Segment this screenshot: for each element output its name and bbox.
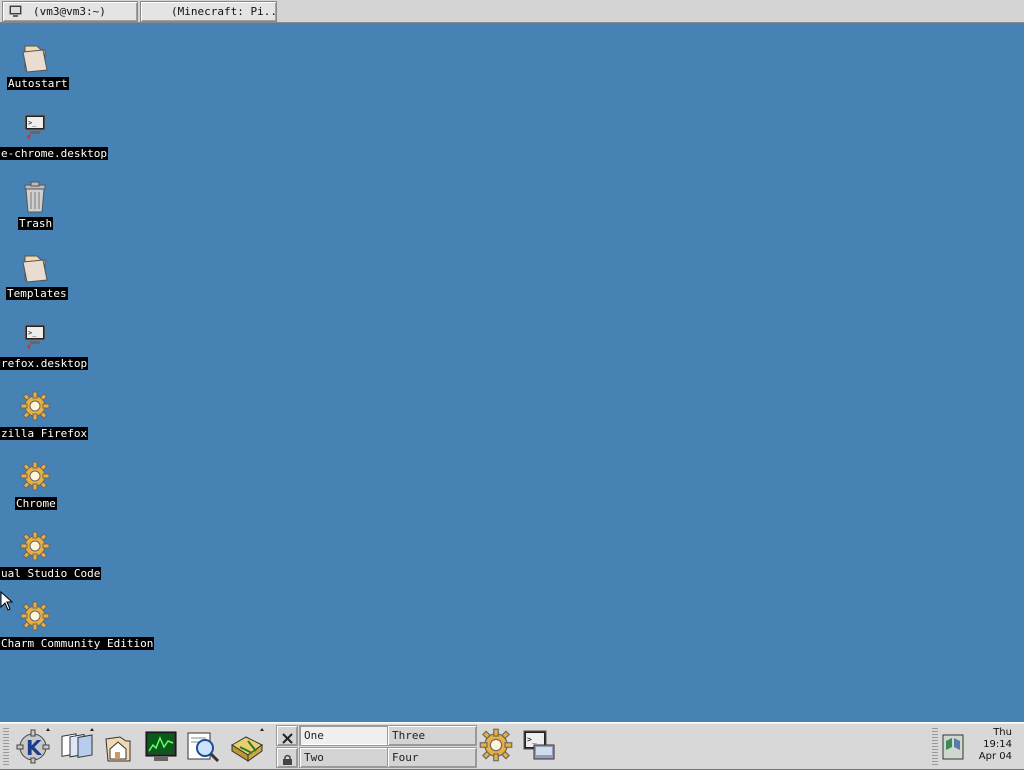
find-files-icon <box>184 732 222 769</box>
windows-list-icon <box>58 728 96 769</box>
desktop-icon-label: Chrome <box>15 497 57 510</box>
taskbar-button-terminal[interactable]: (vm3@vm3:~) <box>2 1 138 22</box>
gear-icon <box>478 728 514 767</box>
konsole-launcher[interactable]: >_ <box>520 727 558 765</box>
control-center-launcher[interactable] <box>228 727 266 765</box>
taskbar-button-label: (Minecraft: Pi... <box>171 5 277 18</box>
svg-text:>_: >_ <box>28 119 37 127</box>
folder-icon <box>19 40 51 73</box>
find-files-launcher[interactable] <box>184 727 222 765</box>
folder-icon <box>19 250 51 283</box>
desktop-icon-label: zilla Firefox <box>0 427 89 440</box>
system-monitor-icon <box>142 731 180 769</box>
pager-desktop-label: Three <box>392 729 426 742</box>
desktop-icon-label: Charm Community Edition <box>0 637 155 650</box>
network-icon <box>940 734 966 769</box>
top-taskbar: (vm3@vm3:~) (Minecraft: Pi... <box>0 0 1024 23</box>
gear-icon <box>19 390 51 422</box>
desktop-icon-mozilla-firefox[interactable]: zilla Firefox <box>0 390 160 452</box>
desktop-icon-label: ual Studio Code <box>0 567 102 580</box>
taskbar-button-minecraft[interactable]: (Minecraft: Pi... <box>140 1 277 22</box>
logout-button[interactable] <box>276 725 298 746</box>
trash-icon <box>19 180 51 213</box>
tray-network-item[interactable] <box>940 727 966 765</box>
panel-handle-left[interactable] <box>3 727 9 765</box>
lock-screen-button[interactable] <box>276 747 298 768</box>
desktop-file-icon: >_ <box>19 110 51 142</box>
desktop-icon-label: Trash <box>18 217 54 230</box>
lock-icon <box>282 751 293 770</box>
desktop-icon-chrome[interactable]: Chrome <box>0 460 160 522</box>
desktop-icon-templates[interactable]: Templates <box>0 250 160 312</box>
clock-day: Thu <box>993 727 1012 738</box>
gear-icon <box>19 600 51 632</box>
mouse-cursor-icon <box>0 590 14 615</box>
desktop-icon-label: e-chrome.desktop <box>0 147 108 160</box>
clock[interactable]: Thu 19:14 Apr 04 <box>966 727 1012 765</box>
desktop-icon-label: refox.desktop <box>0 357 89 370</box>
home-folder-icon <box>100 736 138 769</box>
desktop-icon-autostart[interactable]: Autostart <box>0 40 160 102</box>
home-launcher[interactable] <box>100 727 138 765</box>
gear-icon <box>19 460 51 492</box>
close-icon <box>282 729 293 748</box>
control-center-icon <box>228 728 266 769</box>
pager-desktop-one[interactable]: One <box>299 725 389 746</box>
svg-text:>_: >_ <box>527 735 537 744</box>
pager-desktop-label: Two <box>304 751 324 764</box>
konsole-icon: >_ <box>520 730 558 769</box>
desktop-icon-chrome-desktop-file[interactable]: >_ e-chrome.desktop <box>0 110 160 172</box>
system-monitor-launcher[interactable] <box>142 727 180 765</box>
desktop-icon-visual-studio-code[interactable]: ual Studio Code <box>0 530 160 592</box>
pager-desktop-label: One <box>304 729 324 742</box>
bottom-panel: K One Two Three Four >_ Thu 19:14 Apr 04 <box>0 722 1024 769</box>
clock-time: 19:14 <box>983 739 1012 750</box>
desktop-icon-label: Autostart <box>7 77 69 90</box>
pager-desktop-label: Four <box>392 751 419 764</box>
pager-desktop-three[interactable]: Three <box>387 725 477 746</box>
terminal-icon <box>9 5 22 21</box>
taskbar-button-label: (vm3@vm3:~) <box>33 5 106 18</box>
desktop-icon-label: Templates <box>6 287 68 300</box>
panel-handle-right[interactable] <box>932 727 938 765</box>
window-list-button[interactable] <box>58 727 96 765</box>
desktop-icon-trash[interactable]: Trash <box>0 180 160 242</box>
svg-text:>_: >_ <box>28 329 37 337</box>
pager-desktop-four[interactable]: Four <box>387 747 477 768</box>
desktop-icon-firefox-desktop-file[interactable]: >_ refox.desktop <box>0 320 160 382</box>
desktop-icon-pycharm[interactable]: Charm Community Edition <box>0 600 160 662</box>
kde-menu-icon: K <box>14 728 52 769</box>
kde-menu-button[interactable]: K <box>14 727 52 765</box>
gear-icon <box>19 530 51 562</box>
pager-desktop-two[interactable]: Two <box>299 747 389 768</box>
gear-launcher[interactable] <box>478 727 516 765</box>
desktop-file-icon: >_ <box>19 320 51 352</box>
svg-text:K: K <box>26 736 43 760</box>
clock-date: Apr 04 <box>978 751 1012 762</box>
